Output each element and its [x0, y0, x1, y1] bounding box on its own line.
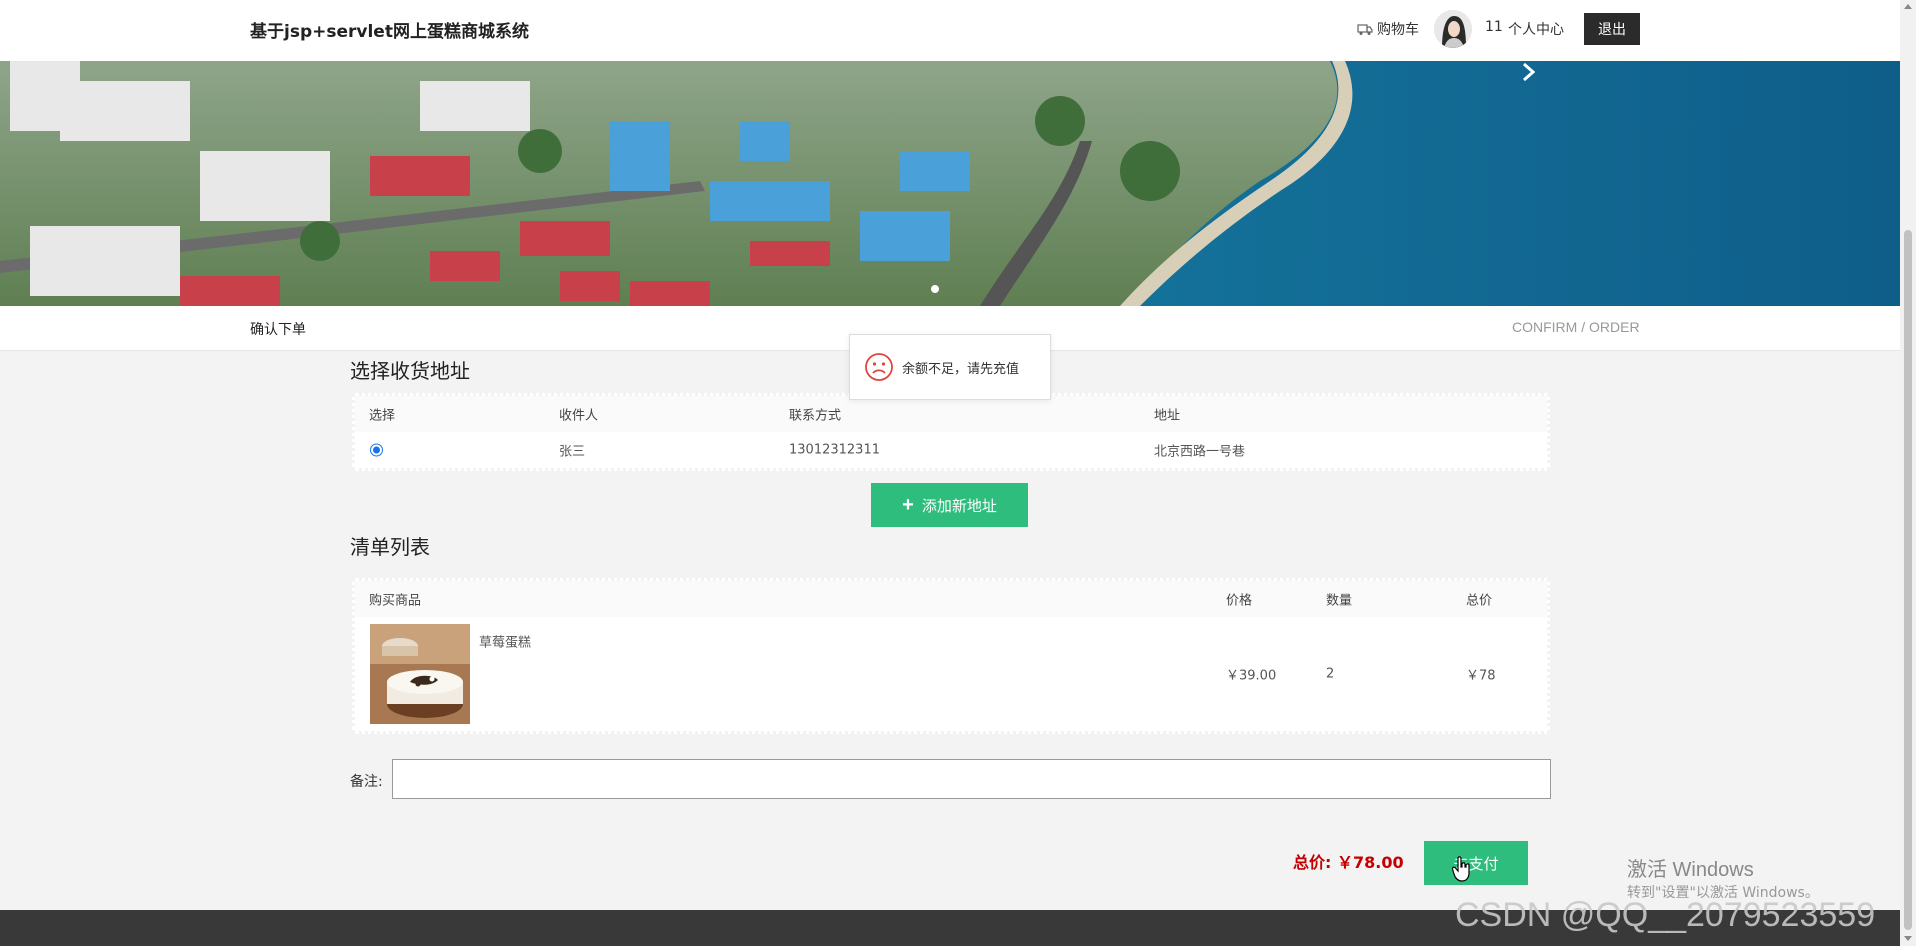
page-scrollbar[interactable] — [1900, 0, 1916, 946]
col-select: 选择 — [369, 408, 396, 424]
site-title[interactable]: 基于jsp+servlet网上蛋糕商城系统 — [250, 17, 529, 42]
username[interactable]: 11 — [1485, 19, 1503, 35]
pay-button[interactable]: 去支付 — [1424, 841, 1528, 885]
user-center-link[interactable]: 个人中心 — [1508, 19, 1564, 39]
banner-image — [0, 61, 1900, 306]
product-price: ￥39.00 — [1226, 668, 1277, 684]
product-image[interactable] — [370, 624, 470, 724]
add-address-button[interactable]: + 添加新地址 — [871, 483, 1028, 527]
scroll-thumb[interactable] — [1904, 230, 1912, 930]
truck-icon — [1357, 24, 1373, 35]
csdn-watermark: CSDN @QQ__2079523559 — [1455, 896, 1876, 934]
total-value: ￥78.00 — [1336, 853, 1404, 872]
cart-link[interactable]: 购物车 — [1357, 19, 1419, 39]
banner-carousel[interactable] — [0, 61, 1900, 306]
avatar[interactable] — [1434, 10, 1472, 48]
cart-label: 购物车 — [1377, 22, 1419, 38]
error-toast: 余额不足，请先充值 — [849, 334, 1051, 400]
add-address-label: 添加新地址 — [921, 497, 997, 515]
receiver-phone: 13012312311 — [789, 442, 880, 458]
note-input[interactable] — [392, 759, 1551, 799]
table-row[interactable]: 张三 13012312311 北京西路一号巷 — [355, 432, 1547, 468]
plus-icon: + — [902, 494, 914, 516]
activate-windows-title: 激活 Windows — [1627, 859, 1754, 881]
sad-face-icon — [865, 353, 893, 381]
col-quantity: 数量 — [1326, 593, 1353, 609]
note-label: 备注: — [350, 774, 383, 790]
product-name[interactable]: 草莓蛋糕 — [479, 632, 531, 651]
toast-message: 余额不足，请先充值 — [902, 361, 1020, 377]
avatar-image — [1434, 10, 1472, 48]
receiver-address: 北京西路一号巷 — [1154, 444, 1246, 460]
scroll-up-arrow-icon[interactable] — [1904, 4, 1912, 9]
carousel-dot[interactable] — [931, 285, 939, 293]
col-receiver: 收件人 — [559, 408, 599, 424]
hand-cursor-icon — [1452, 856, 1470, 882]
col-price: 价格 — [1226, 593, 1253, 609]
total-label: 总价: — [1293, 853, 1332, 872]
scroll-down-arrow-icon[interactable] — [1904, 936, 1912, 941]
section-title: 确认下单 — [250, 322, 306, 338]
col-product: 购买商品 — [369, 593, 422, 609]
address-table: 选择 收件人 联系方式 地址 张三 13012312311 北京西路一号巷 — [352, 393, 1550, 471]
order-table-header: 购买商品 价格 数量 总价 — [355, 581, 1547, 617]
table-row: 草莓蛋糕 ￥39.00 2 ￥78 — [355, 617, 1547, 731]
receiver-name: 张三 — [559, 444, 586, 460]
chevron-right-icon[interactable] — [1517, 61, 1539, 83]
top-header: 基于jsp+servlet网上蛋糕商城系统 购物车 11 个人中心 退出 — [0, 0, 1900, 61]
cake-image — [370, 624, 470, 724]
address-radio[interactable] — [370, 443, 383, 457]
total-price: 总价: ￥78.00 — [1293, 849, 1404, 873]
product-quantity: 2 — [1326, 666, 1335, 682]
col-phone: 联系方式 — [789, 408, 842, 424]
address-table-header: 选择 收件人 联系方式 地址 — [355, 396, 1547, 432]
product-subtotal: ￥78 — [1466, 668, 1496, 684]
order-table: 购买商品 价格 数量 总价 草莓蛋糕 ￥39.00 2 ￥78 — [352, 578, 1550, 734]
logout-button[interactable]: 退出 — [1584, 13, 1640, 45]
col-subtotal: 总价 — [1466, 593, 1493, 609]
section-subtitle: CONFIRM / ORDER — [1512, 319, 1640, 335]
address-heading: 选择收货地址 — [350, 359, 470, 383]
col-address: 地址 — [1154, 408, 1181, 424]
order-heading: 清单列表 — [350, 535, 430, 559]
